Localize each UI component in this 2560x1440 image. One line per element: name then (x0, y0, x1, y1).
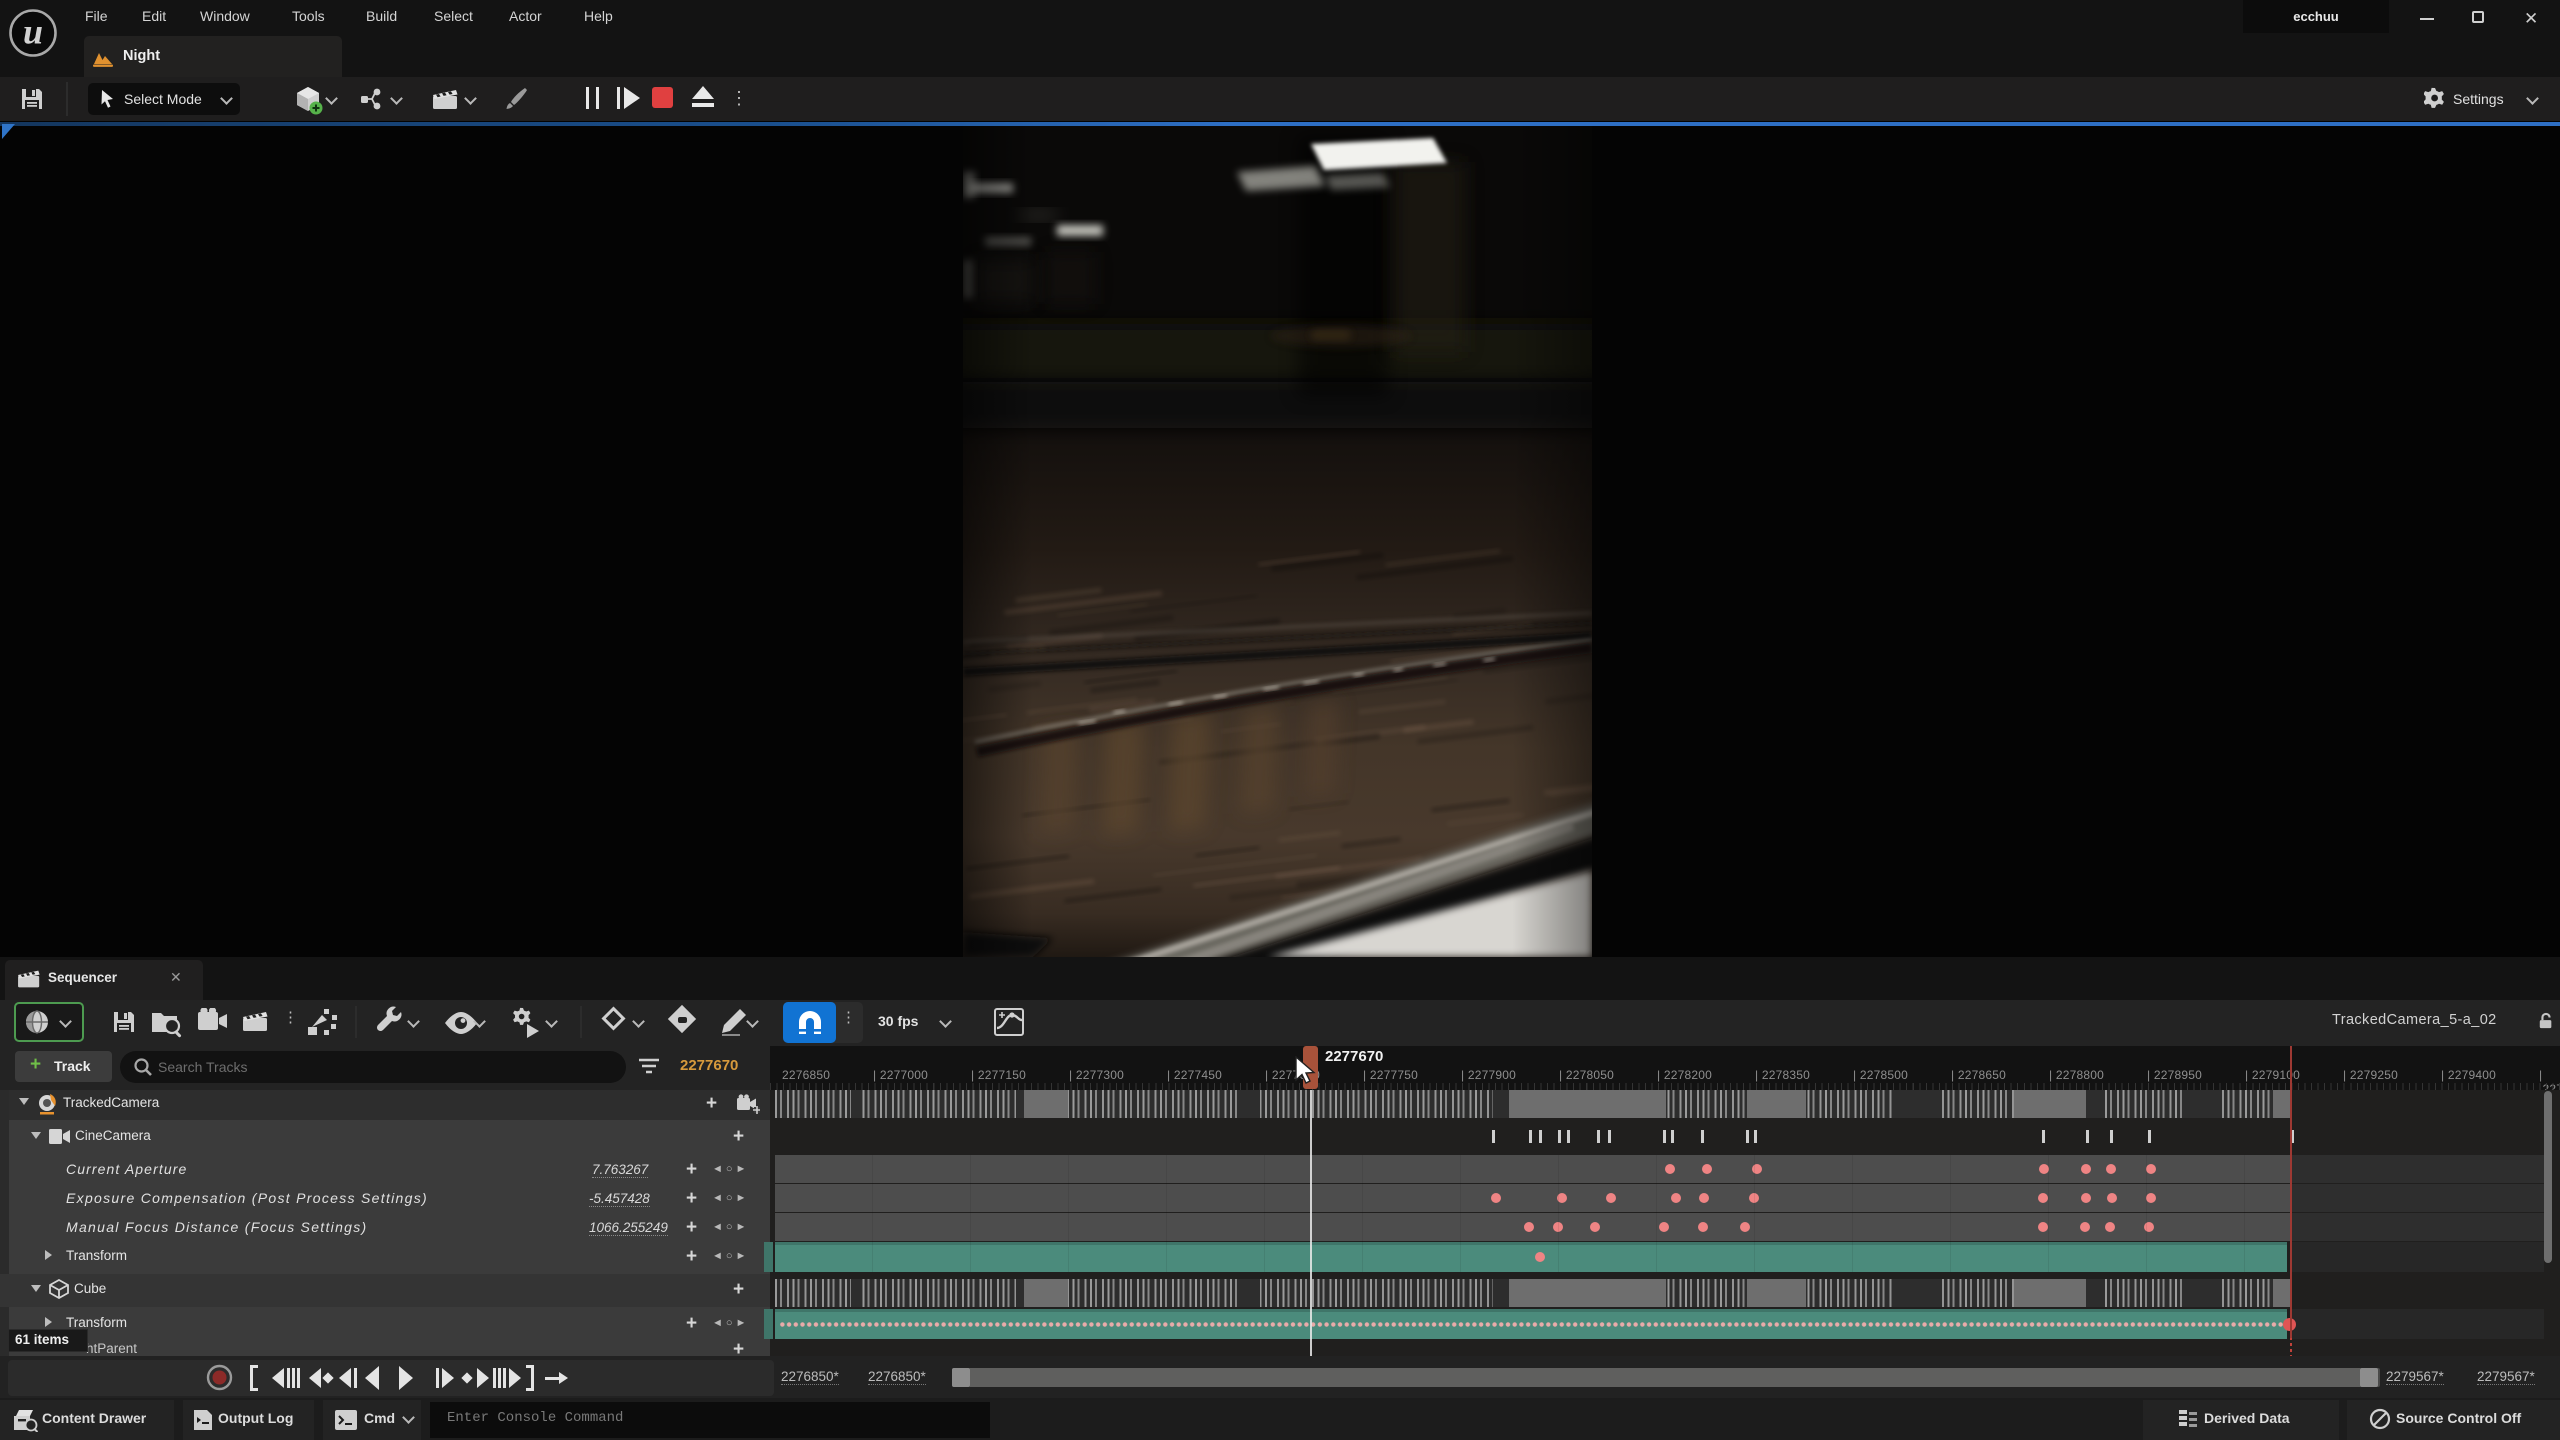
svg-text:u: u (23, 12, 43, 52)
